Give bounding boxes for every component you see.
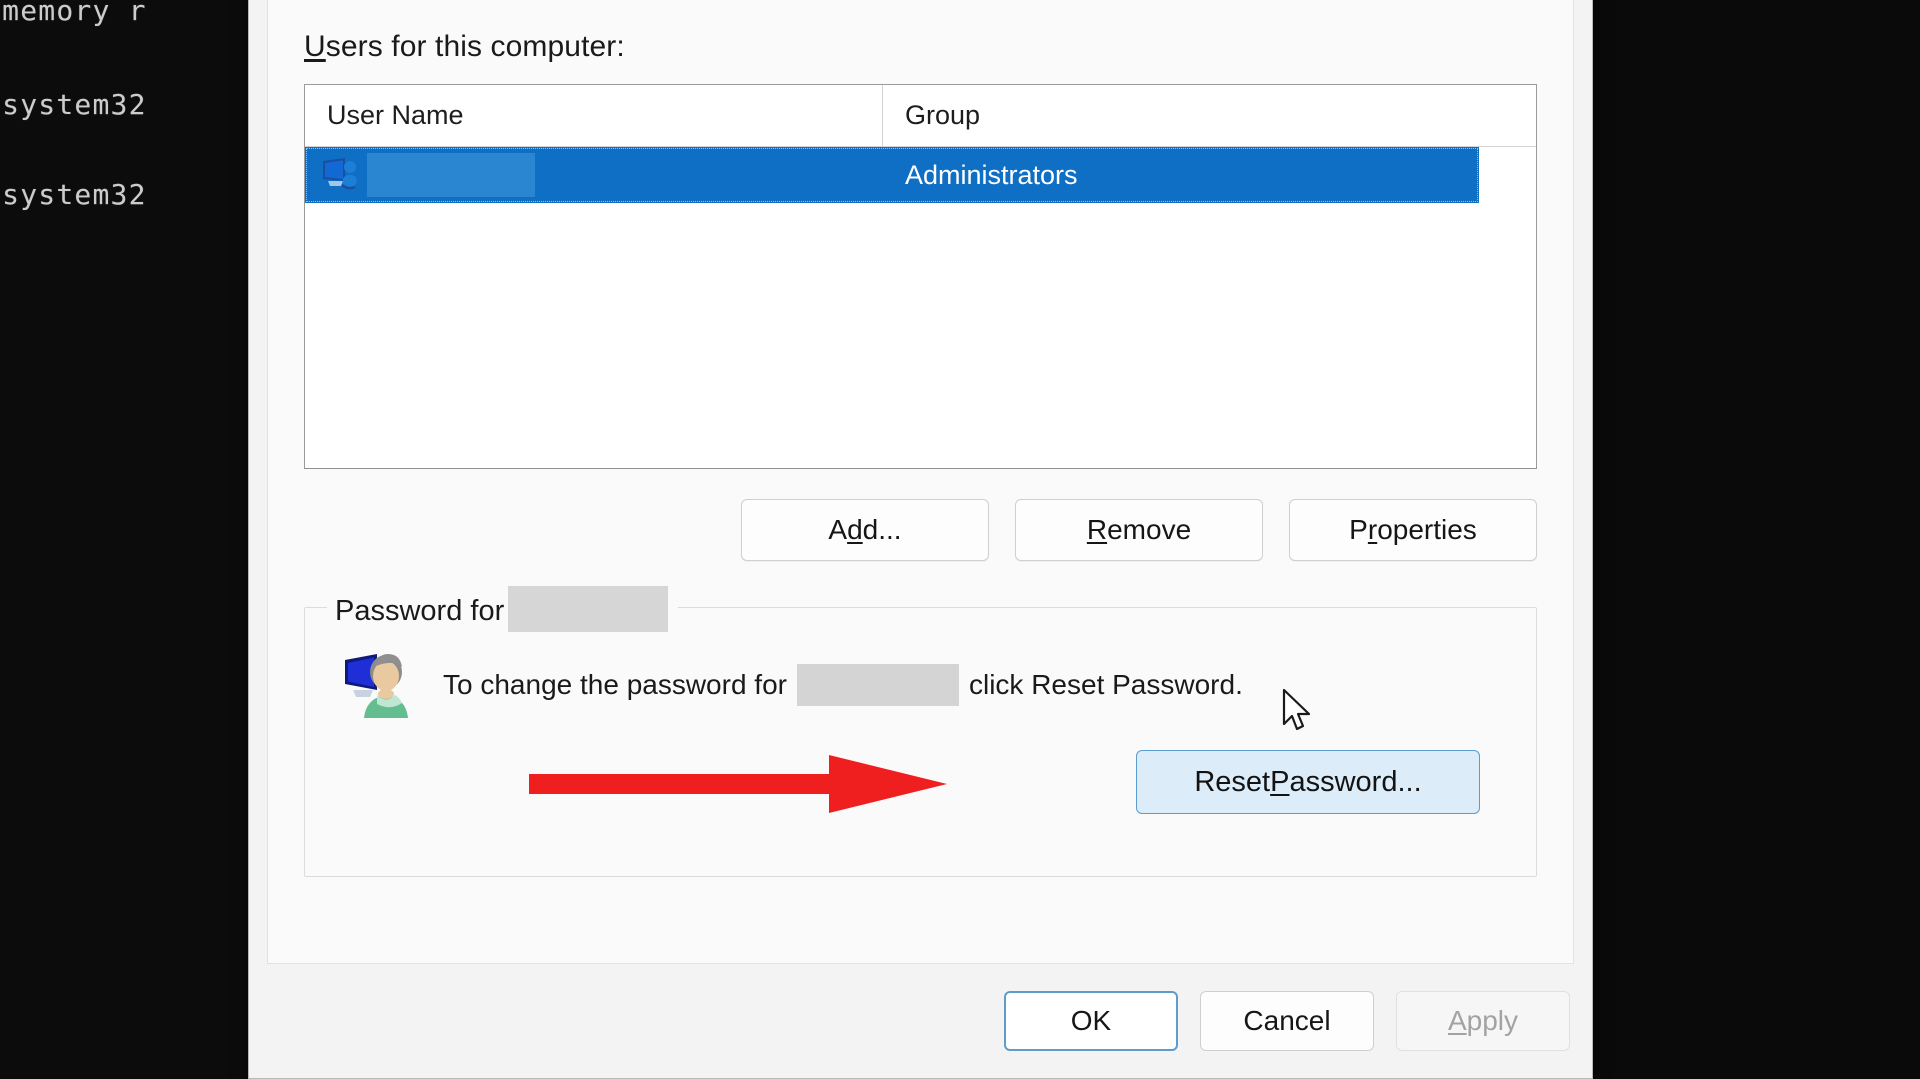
btn-text-post: pply	[1467, 1005, 1518, 1037]
users-label-rest: sers for this computer:	[326, 30, 625, 63]
password-group-box: Password for	[304, 607, 1537, 877]
password-group-inner: To change the password for click Reset P…	[305, 608, 1536, 828]
terminal-line: ws\system32	[0, 88, 147, 121]
terminal-line: ws\system32	[0, 178, 147, 211]
list-header-row: User Name Group	[305, 85, 1536, 147]
btn-mnemonic: r	[1368, 514, 1377, 546]
btn-mnemonic: A	[1448, 1005, 1467, 1037]
list-action-button-row: Add... Remove Properties	[304, 499, 1537, 561]
reset-password-button[interactable]: Reset Password...	[1136, 750, 1480, 814]
btn-text-post: emove	[1107, 514, 1191, 546]
dialog-content-panel: Users for this computer: User Name Group	[267, 0, 1574, 964]
desc-prefix: To change the password for	[443, 669, 787, 701]
btn-mnemonic: R	[1087, 514, 1107, 546]
column-header-user-name[interactable]: User Name	[305, 85, 883, 146]
redacted-user-name	[367, 153, 535, 197]
mouse-cursor	[1281, 688, 1315, 736]
add-button[interactable]: Add...	[741, 499, 989, 561]
btn-text-pre: Reset	[1194, 766, 1270, 799]
user-list-icon	[319, 155, 361, 195]
user-account-icon	[339, 646, 417, 724]
column-header-group[interactable]: Group	[883, 85, 1536, 146]
command-prompt-window[interactable]: gh memory r ws\system32 ws\system32	[0, 0, 250, 1079]
btn-text-post: assword...	[1289, 766, 1421, 799]
users-list-view[interactable]: User Name Group	[304, 84, 1537, 469]
screen-root: gh memory r ws\system32 ws\system32 User…	[0, 0, 1920, 1079]
dialog-footer: OK Cancel Apply	[249, 964, 1592, 1078]
user-accounts-dialog: Users for this computer: User Name Group	[248, 0, 1593, 1079]
red-arrow-annotation	[529, 753, 949, 815]
ok-button[interactable]: OK	[1004, 991, 1178, 1051]
properties-button[interactable]: Properties	[1289, 499, 1537, 561]
redacted-username-inline	[797, 664, 959, 706]
password-description-row: To change the password for click Reset P…	[339, 646, 1506, 724]
table-row[interactable]: Administrators	[305, 147, 1479, 203]
terminal-line: gh memory r	[0, 0, 147, 27]
row-group-value: Administrators	[883, 160, 1078, 191]
btn-mnemonic: P	[1270, 766, 1289, 799]
remove-button[interactable]: Remove	[1015, 499, 1263, 561]
users-label-mnemonic: U	[304, 30, 326, 63]
btn-text-post: d...	[863, 514, 902, 546]
users-for-this-computer-label: Users for this computer:	[304, 30, 1537, 64]
apply-button: Apply	[1396, 991, 1570, 1051]
desc-suffix: click Reset Password.	[969, 669, 1243, 701]
reset-password-row: Reset Password...	[339, 750, 1506, 828]
btn-text-pre: A	[828, 514, 847, 546]
cancel-button[interactable]: Cancel	[1200, 991, 1374, 1051]
password-description-text: To change the password for click Reset P…	[443, 664, 1243, 706]
btn-mnemonic: d	[847, 514, 863, 546]
btn-text-pre: P	[1349, 514, 1368, 546]
btn-text-post: operties	[1377, 514, 1477, 546]
